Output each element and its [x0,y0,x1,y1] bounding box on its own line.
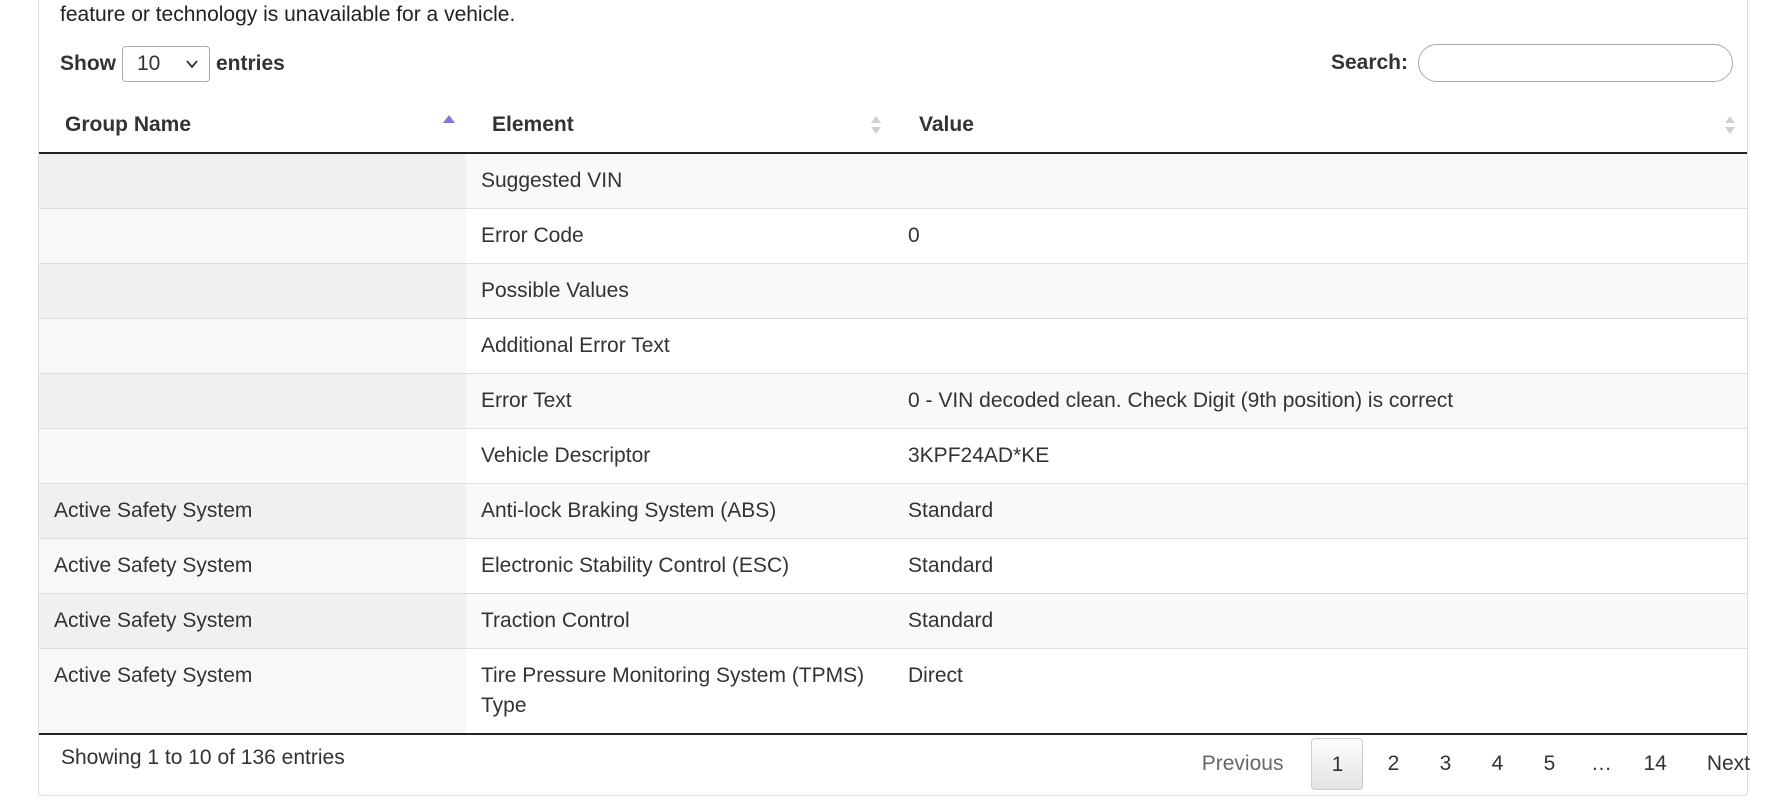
page-button-14[interactable]: 14 [1627,738,1682,790]
page-button-3[interactable]: 3 [1419,738,1471,790]
cell-value: Standard [893,593,1747,649]
length-menu-suffix: entries [216,52,285,75]
chevron-down-icon [186,60,198,69]
page-button-4[interactable]: 4 [1471,738,1523,790]
cell-group-name [39,428,466,484]
cell-group-name [39,263,466,319]
cell-group-name [39,373,466,429]
table-body: Suggested VIN Error Code 0 Possible Values A… [39,153,1747,735]
cell-value: 0 - VIN decoded clean. Check Digit (9th … [893,373,1747,429]
cell-group-name: Active Safety System [39,593,466,649]
table-row: Error Code 0 [39,208,1747,264]
search-label: Search: [1330,51,1408,74]
cell-element: Anti-lock Braking System (ABS) [466,483,893,539]
entries-select-value: 10 [137,52,161,75]
cell-element: Possible Values [466,263,893,319]
cell-group-name [39,153,466,209]
cell-value [893,263,1747,319]
cell-value [893,153,1747,209]
cell-element: Suggested VIN [466,153,893,209]
cell-group-name [39,208,466,264]
page-button-5[interactable]: 5 [1523,738,1575,790]
column-header-element[interactable]: Element [466,98,893,154]
pagination: Previous 1 2 3 4 5 … 14 Next [1178,738,1750,790]
cell-value: Direct [893,648,1747,735]
cell-element: Vehicle Descriptor [466,428,893,484]
length-menu-prefix: Show [60,52,116,75]
next-button[interactable]: Next [1683,738,1750,790]
cell-value [893,318,1747,374]
sort-ascending-icon [443,115,455,123]
cell-value: Standard [893,483,1747,539]
table-row: Active Safety System Electronic Stability… [39,538,1747,594]
column-header-label: Element [492,113,574,136]
page-button-2[interactable]: 2 [1367,738,1419,790]
table-row: Additional Error Text [39,318,1747,374]
cell-group-name: Active Safety System [39,483,466,539]
table-row: Possible Values [39,263,1747,319]
cell-value: 3KPF24AD*KE [893,428,1747,484]
length-menu: Show 10 entries [60,46,285,82]
table-row: Active Safety System Tire Pressure Monito… [39,648,1747,735]
cell-element: Error Text [466,373,893,429]
cell-value: Standard [893,538,1747,594]
table-header: Group Name Element Value [39,98,1747,154]
table-row: Active Safety System Anti-lock Braking Sy… [39,483,1747,539]
cell-element: Tire Pressure Monitoring System (TPMS) T… [466,648,893,735]
cell-group-name: Active Safety System [39,538,466,594]
table-row: Suggested VIN [39,153,1747,209]
column-header-label: Group Name [65,113,192,136]
cell-element: Electronic Stability Control (ESC) [466,538,893,594]
column-header-value[interactable]: Value [893,98,1747,154]
cell-group-name: Active Safety System [39,648,466,735]
sort-icon [871,116,881,134]
cell-element: Additional Error Text [466,318,893,374]
cell-group-name [39,318,466,374]
column-header-group-name[interactable]: Group Name [39,98,466,154]
table-row: Active Safety System Traction Control Stan… [39,593,1747,649]
table-row: Error Text 0 - VIN decoded clean. Check D… [39,373,1747,429]
intro-text: feature or technology is unavailable for… [60,3,516,26]
page-button-1[interactable]: 1 [1311,738,1364,790]
results-table: Group Name Element Value Suggested VIN Erro… [39,98,1747,735]
search-input[interactable] [1418,44,1733,82]
table-row: Vehicle Descriptor 3KPF24AD*KE [39,428,1747,484]
cell-element: Error Code [466,208,893,264]
cell-value: 0 [893,208,1747,264]
table-info: Showing 1 to 10 of 136 entries [61,746,345,769]
sort-icon [1725,116,1735,134]
search-box: Search: [1331,44,1733,82]
cell-element: Traction Control [466,593,893,649]
pagination-ellipsis: … [1590,752,1612,775]
column-header-label: Value [919,113,974,136]
previous-button[interactable]: Previous [1178,738,1308,790]
entries-select[interactable]: 10 [122,46,210,82]
